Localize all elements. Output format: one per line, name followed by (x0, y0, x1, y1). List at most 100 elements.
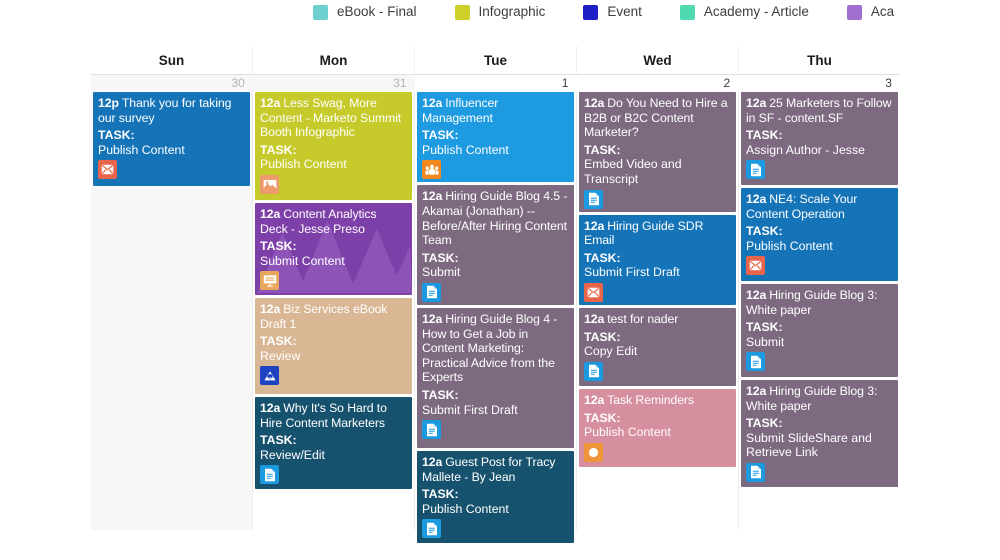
calendar-event[interactable]: 12a Do You Need to Hire a B2B or B2C Cont… (579, 92, 736, 212)
event-title-line: 12a Task Reminders (584, 393, 731, 408)
event-task-value: Publish Content (746, 238, 833, 253)
circle-icon[interactable] (584, 442, 603, 462)
event-title-line: 12a Biz Services eBook Draft 1 (260, 302, 407, 331)
document-icon[interactable] (422, 282, 441, 302)
event-task-value: Review/Edit (260, 447, 325, 462)
calendar-event[interactable]: 12a Hiring Guide Blog 4 - How to Get a Jo… (417, 307, 574, 448)
calendar-event[interactable]: 12a Hiring Guide Blog 3: White paper TASK:… (741, 380, 898, 487)
event-task-value: Copy Edit (584, 344, 638, 359)
event-time: 12a (422, 311, 443, 326)
calendar-event[interactable]: 12a NE4: Scale Your Content Operation TASK… (741, 188, 898, 281)
event-time: 12a (584, 96, 605, 110)
calendar-day-name-sun: Sun (91, 46, 253, 74)
legend-item-label: Aca (870, 4, 895, 20)
calendar-event[interactable]: 12a Why It's So Hard to Hire Content Mark… (255, 397, 412, 489)
calendar-date-number[interactable]: 3 (738, 75, 900, 92)
calendar-event[interactable]: 12a Guest Post for Tracy Mallete - By Jea… (417, 450, 574, 543)
event-time: 12a (260, 207, 281, 221)
event-task-label: TASK: (584, 250, 621, 265)
event-task-value: Assign Author - Jesse (746, 142, 865, 157)
legend-item[interactable]: eBook - Final (313, 0, 417, 24)
event-title-line: 12a NE4: Scale Your Content Operation (746, 192, 893, 221)
event-time: 12a (584, 392, 605, 407)
calendar-day-column-sun[interactable]: 12p Thank you for taking our survey TASK: P… (91, 92, 253, 530)
event-title-line: 12a Why It's So Hard to Hire Content Mark… (260, 401, 407, 430)
event-task-value: Publish Content (98, 142, 185, 157)
event-task-label: TASK: (260, 142, 297, 157)
presentation-icon[interactable] (260, 271, 279, 291)
calendar-day-header-row: Sun Mon Tue Wed Thu (91, 46, 900, 75)
event-title-line: 12a Hiring Guide Blog 4.5 - Akamai (Jonat… (422, 189, 569, 247)
event-task-label: TASK: (746, 224, 783, 239)
legend-item-label: Academy - Article (703, 4, 809, 20)
calendar-day-column-mon[interactable]: 12a Less Swag, More Content - Marketo Sum… (253, 92, 415, 530)
calendar-event[interactable]: 12a Biz Services eBook Draft 1 TASK: Review (255, 298, 412, 394)
event-title-line: 12a 25 Marketers to Follow in SF - conten… (746, 96, 893, 125)
calendar-day-column-thu[interactable]: 12a 25 Marketers to Follow in SF - conten… (739, 92, 900, 530)
legend-item-label: eBook - Final (337, 4, 417, 20)
event-title-line: 12a Do You Need to Hire a B2B or B2C Cont… (584, 96, 731, 140)
event-time: 12a (260, 96, 281, 110)
cloud-icon[interactable] (260, 366, 279, 386)
event-task-label: TASK: (422, 387, 459, 402)
document-icon[interactable] (746, 462, 765, 482)
calendar-event[interactable]: 12p Thank you for taking our survey TASK: P… (93, 92, 250, 186)
event-title-line: 12a Less Swag, More Content - Marketo Sum… (260, 96, 407, 140)
document-icon[interactable] (260, 465, 279, 485)
event-title-line: 12a Hiring Guide SDR Email (584, 219, 731, 248)
calendar-event[interactable]: 12a Content Analytics Deck - Jesse Preso T… (255, 203, 412, 295)
legend-item[interactable]: Infographic (454, 0, 545, 24)
event-task-value: Submit (746, 334, 785, 349)
document-icon[interactable] (584, 189, 603, 209)
calendar-day-column-wed[interactable]: 12a Do You Need to Hire a B2B or B2C Cont… (577, 92, 739, 530)
event-title: test for nader (607, 311, 679, 326)
event-time: 12a (422, 189, 443, 204)
calendar-event[interactable]: 12a Hiring Guide Blog 4.5 - Akamai (Jonat… (417, 185, 574, 305)
calendar-day-name-thu: Thu (807, 53, 832, 68)
calendar-event[interactable]: 12a 25 Marketers to Follow in SF - conten… (741, 92, 898, 185)
calendar-date-number[interactable]: 1 (415, 75, 577, 92)
calendar-day-column-tue[interactable]: 12a Influencer Management TASK: Publish Con… (415, 92, 577, 543)
event-task-value: Publish Content (260, 157, 347, 172)
calendar-date-number[interactable]: 31 (252, 75, 415, 92)
legend-item[interactable]: Event (583, 0, 642, 24)
event-task-label: TASK: (260, 239, 297, 254)
document-icon[interactable] (422, 519, 441, 539)
event-title-line: 12a Hiring Guide Blog 3: White paper (746, 288, 893, 317)
envelope-icon[interactable] (98, 160, 117, 180)
event-task-label: TASK: (746, 416, 783, 431)
document-icon[interactable] (584, 361, 603, 381)
image-icon[interactable] (260, 174, 279, 194)
event-title-line: 12a Hiring Guide Blog 4 - How to Get a Jo… (422, 312, 569, 385)
event-time: 12a (746, 192, 767, 206)
event-task-value: Submit Content (260, 253, 345, 268)
calendar-date-number[interactable]: 2 (576, 75, 738, 92)
event-task-value: Embed Video and Transcript (584, 157, 682, 186)
calendar-date-number[interactable]: 30 (91, 75, 253, 92)
legend-color-swatch (679, 4, 695, 20)
calendar-event[interactable]: 12a test for nader TASK: Copy Edit (579, 307, 736, 386)
event-time: 12a (260, 302, 281, 316)
event-title-line: 12a Content Analytics Deck - Jesse Preso (260, 207, 407, 236)
calendar-event[interactable]: 12a Task Reminders TASK: Publish Content (579, 388, 736, 467)
calendar-event[interactable]: 12a Hiring Guide Blog 3: White paper TASK:… (741, 284, 898, 377)
event-time: 12a (746, 96, 767, 110)
envelope-icon[interactable] (584, 282, 603, 302)
document-icon[interactable] (746, 352, 765, 372)
event-task-value: Publish Content (584, 425, 671, 440)
calendar-event[interactable]: 12a Hiring Guide SDR Email TASK: Submit Fir… (579, 214, 736, 305)
envelope-icon[interactable] (746, 256, 765, 276)
event-title-line: 12a Influencer Management (422, 96, 569, 125)
document-icon[interactable] (422, 420, 441, 440)
legend-item[interactable]: Aca (846, 0, 895, 24)
event-task-label: TASK: (746, 320, 783, 335)
calendar-event[interactable]: 12a Influencer Management TASK: Publish Con… (417, 92, 574, 183)
people-icon[interactable] (422, 160, 441, 180)
event-title: Hiring Guide Blog 4 - How to Get a Job i… (422, 311, 558, 385)
event-time: 12a (746, 384, 767, 398)
document-icon[interactable] (746, 160, 765, 180)
calendar-event[interactable]: 12a Less Swag, More Content - Marketo Sum… (255, 92, 412, 200)
legend-item[interactable]: Academy - Article (679, 0, 809, 24)
event-title-line: 12a test for nader (584, 312, 731, 327)
calendar-day-name-tue: Tue (415, 46, 577, 74)
